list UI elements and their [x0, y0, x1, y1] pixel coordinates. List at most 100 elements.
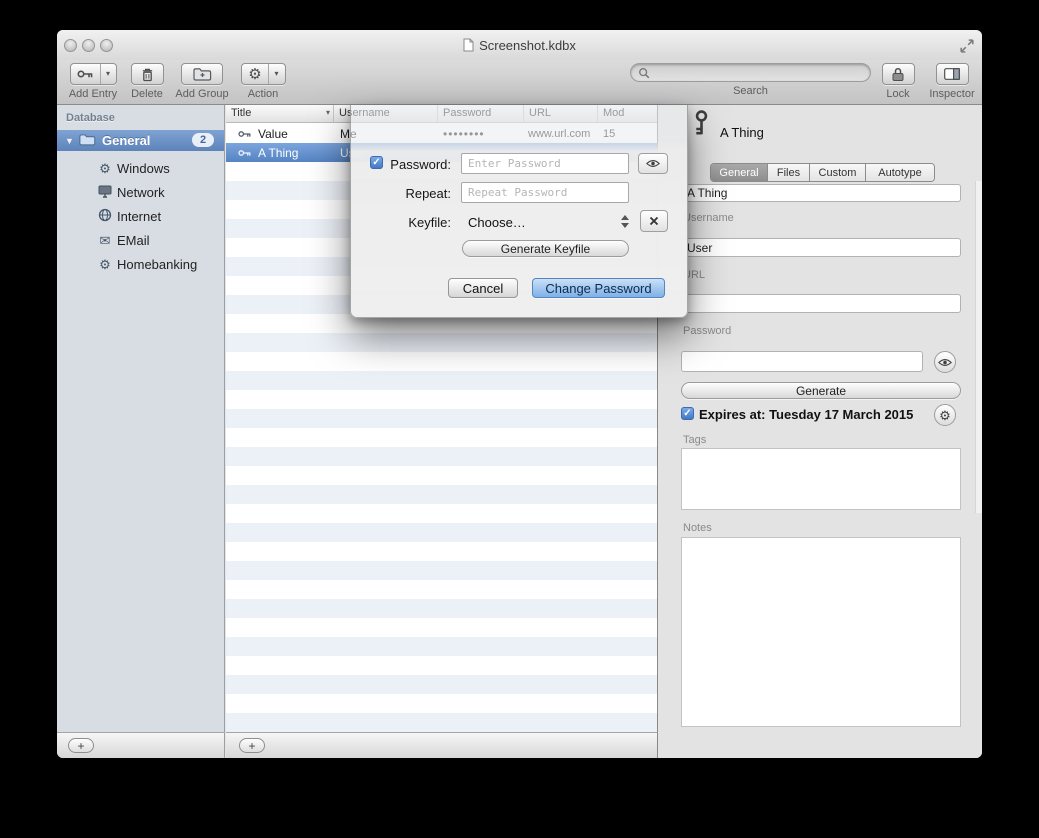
add-group-label: Add Group [175, 88, 228, 100]
app-window: Screenshot.kdbx ▾ Add Entry [57, 30, 982, 758]
column-header-label: Title [231, 107, 251, 119]
window-title: Screenshot.kdbx [479, 38, 576, 53]
dialog-repeat-label: Repeat: [387, 186, 451, 201]
column-header-title[interactable]: Title ▾ [226, 105, 334, 122]
tab-general[interactable]: General [711, 164, 768, 181]
sidebar-footer: + [57, 732, 225, 758]
change-password-button[interactable]: Change Password [532, 278, 665, 298]
tab-label: Files [777, 167, 800, 179]
action-button[interactable]: ⚙ ▾ Action [237, 63, 289, 100]
password-input[interactable] [461, 153, 629, 174]
monitor-icon [97, 185, 113, 200]
title-field[interactable] [681, 184, 961, 202]
show-password-button[interactable] [934, 351, 956, 373]
chevron-down-icon[interactable]: ▾ [269, 64, 284, 84]
sidebar-item-label: EMail [117, 233, 150, 248]
expires-settings-button[interactable]: ⚙ [934, 404, 956, 426]
sidebar: Database ▼ General 2 ⚙ Windows Network [57, 105, 225, 732]
add-group-plus-button[interactable]: + [68, 738, 94, 753]
search-field[interactable] [630, 63, 871, 82]
tags-label: Tags [683, 434, 706, 446]
fullscreen-icon[interactable] [960, 39, 974, 53]
toolbar: ▾ Add Entry Delete Add Group [57, 60, 982, 105]
expires-label: Expires at: Tuesday 17 March 2015 [699, 407, 913, 422]
titlebar[interactable]: Screenshot.kdbx [57, 30, 982, 60]
tab-label: Custom [819, 167, 857, 179]
entry-count-badge: 2 [192, 133, 214, 147]
notes-input[interactable] [681, 537, 961, 727]
close-icon [649, 216, 659, 226]
gear-icon: ⚙ [242, 64, 268, 84]
inspector-toggle-button[interactable]: Inspector [923, 63, 981, 100]
folder-plus-icon [193, 67, 212, 81]
generate-label: Generate [796, 384, 846, 398]
plus-icon: + [77, 740, 84, 752]
sidebar-group-label: General [102, 133, 150, 148]
expires-checkbox[interactable]: ✓ [681, 407, 694, 420]
tab-label: Autotype [878, 167, 921, 179]
lock-icon [892, 67, 904, 82]
generate-password-button[interactable]: Generate [681, 382, 961, 399]
key-plus-icon [71, 64, 100, 84]
lock-button[interactable]: Lock [877, 63, 919, 100]
sidebar-item-windows[interactable]: ⚙ Windows [57, 159, 224, 177]
popup-stepper-icon[interactable] [621, 215, 629, 228]
search-label: Search [733, 85, 768, 97]
entry-title-cell: A Thing [258, 146, 298, 160]
checkmark-icon: ✓ [372, 158, 380, 168]
key-icon [691, 110, 710, 136]
inspector-tabs: General Files Custom Autotype [710, 163, 935, 182]
show-password-button[interactable] [638, 153, 668, 174]
search-area: Search [630, 63, 871, 97]
checkmark-icon: ✓ [683, 409, 691, 419]
dialog-password-label: Password: [387, 157, 451, 172]
notes-label: Notes [683, 522, 712, 534]
folder-icon [79, 133, 96, 146]
sidebar-item-internet[interactable]: Internet [57, 207, 224, 225]
password-checkbox[interactable]: ✓ [370, 156, 383, 169]
password-label: Password [683, 325, 731, 337]
plus-icon: + [248, 740, 255, 752]
key-icon [238, 130, 251, 138]
sidebar-section-header: Database [66, 112, 115, 124]
globe-icon [97, 208, 113, 224]
url-field[interactable] [681, 294, 961, 313]
tags-input[interactable] [681, 448, 961, 510]
repeat-password-input[interactable] [461, 182, 629, 203]
add-group-button[interactable]: Add Group [171, 63, 233, 100]
key-icon [238, 149, 251, 157]
delete-button[interactable]: Delete [127, 63, 167, 100]
sidebar-group-general[interactable]: ▼ General 2 [57, 130, 224, 151]
tab-files[interactable]: Files [768, 164, 810, 181]
trash-icon [141, 67, 154, 82]
sidebar-item-label: Network [117, 185, 165, 200]
gear-icon: ⚙ [97, 162, 113, 175]
eye-icon [646, 159, 660, 168]
change-password-label: Change Password [545, 281, 651, 296]
tab-custom[interactable]: Custom [810, 164, 866, 181]
inspector-entry-title: A Thing [720, 125, 764, 140]
generate-keyfile-button[interactable]: Generate Keyfile [462, 240, 629, 257]
username-field[interactable] [681, 238, 961, 257]
change-password-dialog: ✓ Password: Repeat: Keyfile: Choose… Gen… [350, 105, 688, 318]
inspector-scrollbar[interactable] [975, 181, 982, 513]
password-field[interactable] [681, 351, 923, 372]
sort-arrow-icon: ▾ [326, 108, 330, 117]
sidebar-item-network[interactable]: Network [57, 183, 224, 201]
generate-keyfile-label: Generate Keyfile [501, 242, 590, 256]
envelope-icon: ✉ [97, 234, 113, 247]
sidebar-item-label: Homebanking [117, 257, 197, 272]
sidebar-item-homebanking[interactable]: ⚙ Homebanking [57, 255, 224, 273]
chevron-down-icon[interactable]: ▾ [101, 64, 116, 84]
search-input[interactable] [650, 65, 870, 81]
action-label: Action [248, 88, 279, 100]
sidebar-item-email[interactable]: ✉ EMail [57, 231, 224, 249]
cancel-button[interactable]: Cancel [448, 278, 518, 298]
clear-keyfile-button[interactable] [640, 210, 668, 232]
add-entry-button[interactable]: ▾ Add Entry [63, 63, 123, 100]
tab-autotype[interactable]: Autotype [866, 164, 934, 181]
keyfile-popup[interactable]: Choose… [461, 211, 629, 233]
window-title-area: Screenshot.kdbx [57, 30, 982, 60]
disclosure-triangle-icon[interactable]: ▼ [65, 136, 74, 146]
add-entry-plus-button[interactable]: + [239, 738, 265, 753]
